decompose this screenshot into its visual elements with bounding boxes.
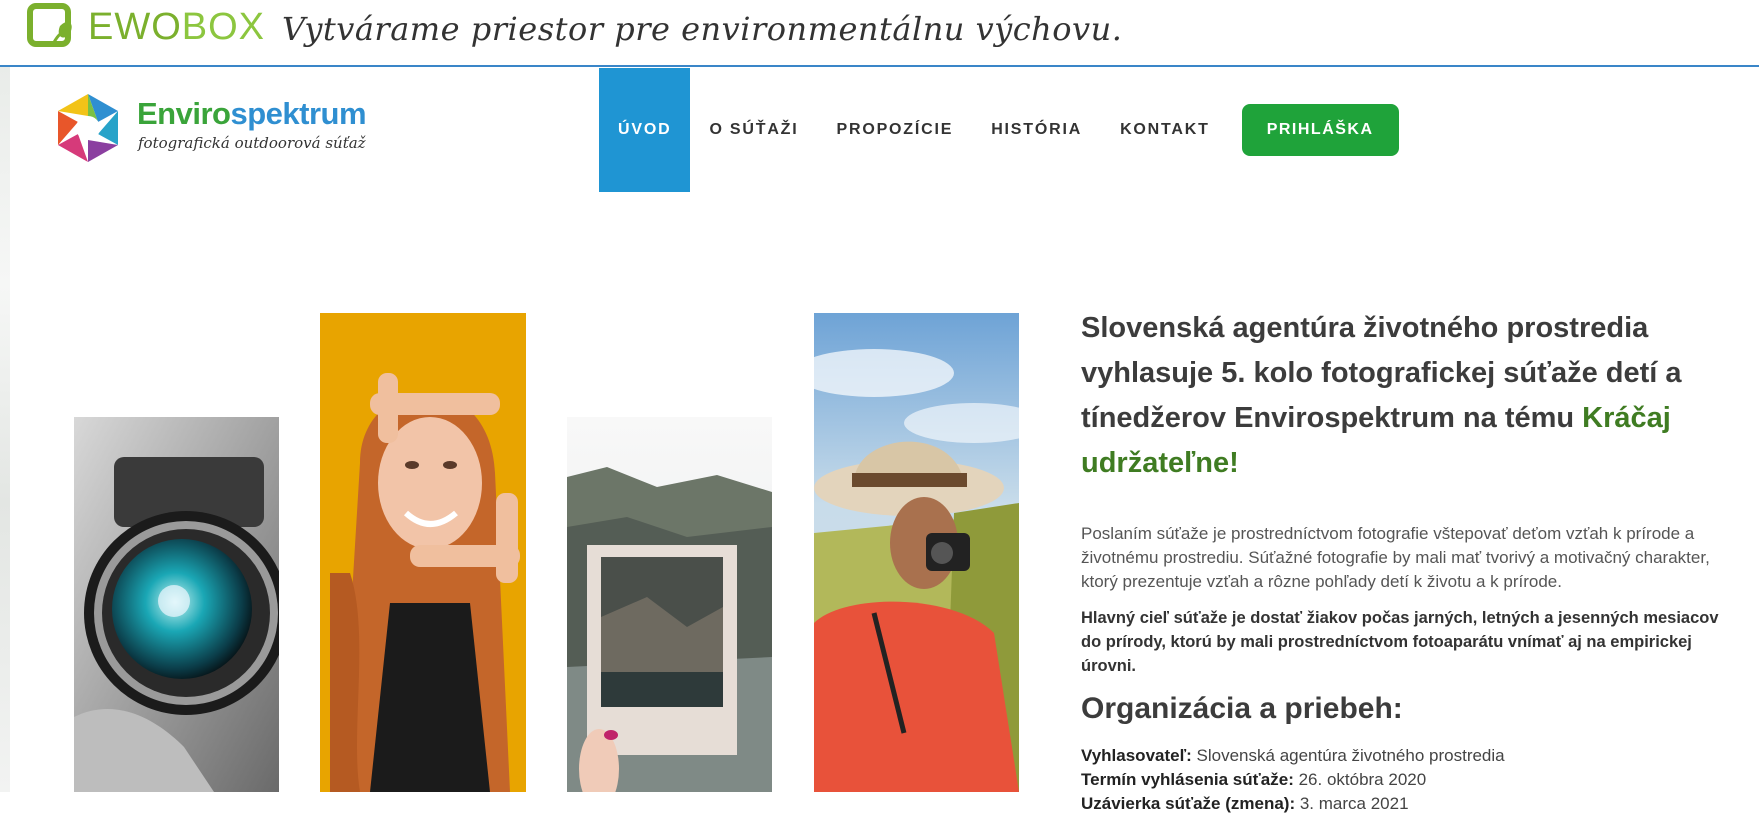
ewobox-logo[interactable]: EWOBOX [26, 2, 266, 56]
ewobox-leaf-icon [27, 3, 72, 47]
top-banner: EWOBOX Vytvárame priestor pre environmen… [0, 0, 1759, 65]
left-texture-strip [0, 67, 10, 792]
polaroid-landscape-photo [567, 417, 772, 792]
envirospektrum-logo[interactable]: Envirospektrum fotografická outdoorová s… [52, 92, 372, 166]
girl-framing-photo [320, 313, 526, 792]
aperture-logo-icon [58, 94, 118, 162]
top-banner-divider [0, 65, 1759, 67]
goal-paragraph: Hlavný cieľ súťaže je dostať žiakov poča… [1081, 609, 1719, 675]
page-headline: Slovenská agentúra životného prostredia … [1081, 306, 1759, 486]
ewobox-tagline: Vytvárame priestor pre environmentálnu v… [282, 10, 1123, 48]
fact-label: Uzávierka súťaže (zmena): [1081, 794, 1296, 813]
nav-item-uvod[interactable]: ÚVOD [599, 68, 691, 192]
nav-item-historia[interactable]: HISTÓRIA [972, 68, 1101, 192]
brand-name: Envirospektrum [137, 96, 367, 132]
nav-item-o-sutazi[interactable]: O SÚŤAŽI [690, 68, 817, 192]
woman-with-camera-photo [814, 313, 1019, 792]
prihlaska-button[interactable]: PRIHLÁŠKA [1241, 104, 1399, 156]
camera-lens-photo [74, 417, 279, 792]
ewobox-wordmark-part1: EWO [88, 6, 182, 48]
fact-row: Vyhlasovateľ: Slovenská agentúra životné… [1081, 744, 1759, 768]
nav-item-propozicie[interactable]: PROPOZÍCIE [818, 68, 973, 192]
fact-value: 26. októbra 2020 [1293, 770, 1427, 789]
brand-name-part2: spektrum [230, 96, 367, 131]
main-nav: ÚVOD O SÚŤAŽI PROPOZÍCIE HISTÓRIA KONTAK… [599, 68, 1399, 192]
fact-row: Uzávierka súťaže (zmena): 3. marca 2021 [1081, 792, 1759, 816]
fact-label: Vyhlasovateľ: [1081, 746, 1192, 765]
brand-subtitle: fotografická outdoorová súťaž [138, 134, 366, 152]
brand-name-part1: Enviro [137, 96, 231, 131]
ewobox-wordmark: EWOBOX [88, 6, 265, 49]
fact-value: Slovenská agentúra životného prostredia [1191, 746, 1505, 765]
fact-label: Termín vyhlásenia súťaže: [1081, 770, 1294, 789]
intro-paragraph: Poslaním súťaže je prostredníctvom fotog… [1081, 524, 1710, 591]
fact-row: Termín vyhlásenia súťaže: 26. októbra 20… [1081, 768, 1759, 792]
organization-heading: Organizácia a priebeh: [1081, 692, 1403, 725]
fact-value: 3. marca 2021 [1295, 794, 1409, 813]
facts-list: Vyhlasovateľ: Slovenská agentúra životné… [1081, 744, 1759, 816]
main-content: Slovenská agentúra životného prostredia … [1081, 306, 1759, 816]
nav-item-kontakt[interactable]: KONTAKT [1101, 68, 1229, 192]
ewobox-wordmark-part2: BOX [181, 6, 266, 48]
